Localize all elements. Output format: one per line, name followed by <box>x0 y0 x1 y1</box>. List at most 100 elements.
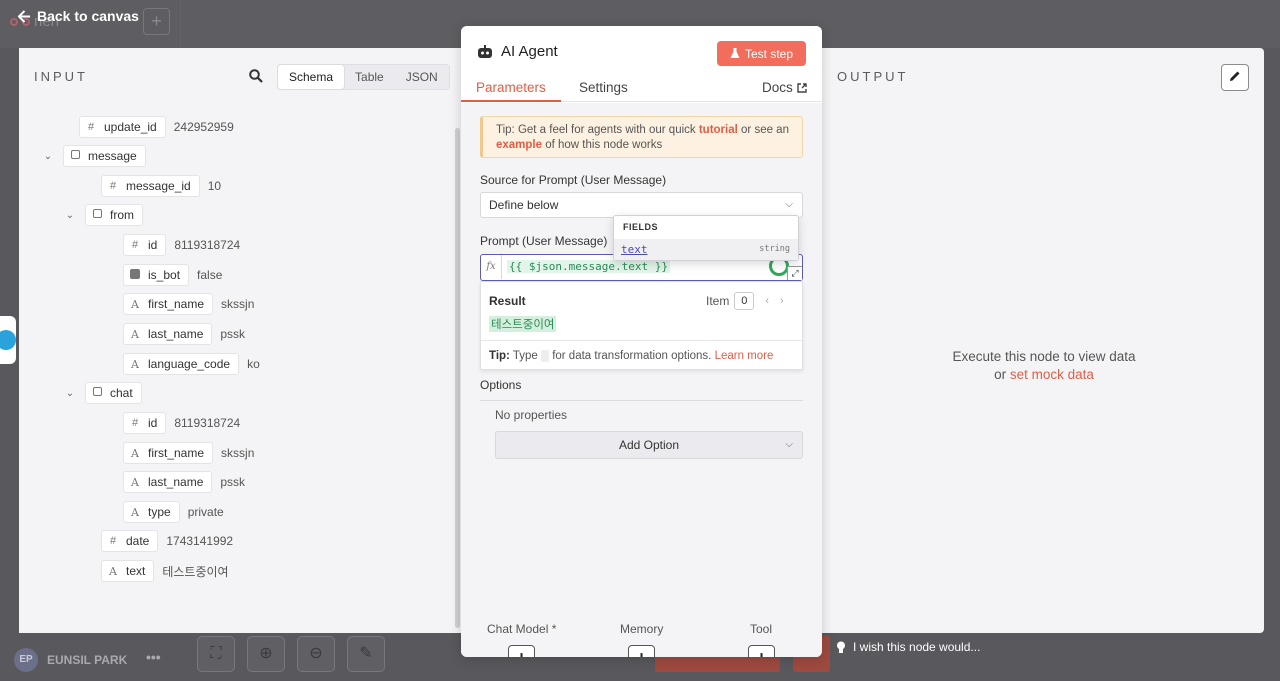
key-icon <box>541 350 549 362</box>
tool-label: Tool <box>750 622 773 636</box>
schema-field-pill[interactable]: # date <box>101 530 159 552</box>
schema-field-pill[interactable]: # id <box>123 234 167 256</box>
test-step-button[interactable]: Test step <box>717 41 806 66</box>
string-type-icon: A <box>131 446 139 460</box>
chevron-down-icon[interactable]: ⌄ <box>63 388 77 399</box>
string-type-icon: A <box>131 327 139 341</box>
item-index-input[interactable]: 0 <box>734 292 755 310</box>
add-memory-button[interactable]: + <box>628 645 655 657</box>
schema-field-value: 8119318724 <box>174 416 241 430</box>
schema-field-value: 1743141992 <box>166 534 234 548</box>
view-toggle: Schema Table JSON <box>277 64 450 90</box>
schema-field-pill[interactable]: Afirst_name <box>123 442 214 464</box>
add-chat-model-button[interactable]: + <box>508 645 535 657</box>
schema-field-pill[interactable]: Atype <box>123 501 180 523</box>
node-header: AI Agent Test step Parameters Settings D… <box>461 26 822 102</box>
search-icon[interactable] <box>249 69 263 83</box>
schema-field-pill[interactable]: from <box>85 204 143 226</box>
schema-field-value: private <box>187 505 224 519</box>
input-scrollbar[interactable] <box>455 128 460 628</box>
back-to-canvas-link[interactable]: Back to canvas <box>18 8 139 24</box>
example-link[interactable]: example <box>496 139 542 151</box>
tab-settings[interactable]: Settings <box>579 80 628 102</box>
schema-field-pill[interactable]: Alast_name <box>123 323 213 345</box>
schema-field-value: pssk <box>220 327 246 341</box>
field-name[interactable]: text <box>621 243 648 256</box>
schema-field-value: 테스트중이여 <box>162 564 229 579</box>
schema-field-pill[interactable]: Alast_name <box>123 471 213 493</box>
schema-field-pill[interactable]: # update_id <box>79 116 166 138</box>
schema-field-pill[interactable]: chat <box>85 382 142 404</box>
schema-field-pill[interactable]: Alanguage_code <box>123 353 240 375</box>
tutorial-link[interactable]: tutorial <box>699 124 738 136</box>
telegram-trigger-node[interactable] <box>0 316 16 364</box>
edit-output-button[interactable] <box>1221 64 1249 91</box>
schema-view-button[interactable]: Schema <box>278 65 345 89</box>
schema-field-key: is_bot <box>148 268 181 282</box>
schema-field-pill[interactable]: # id <box>123 412 167 434</box>
schema-row: Atype private <box>123 500 224 524</box>
schema-field-pill[interactable]: Atext <box>101 560 155 582</box>
set-mock-data-link[interactable]: set mock data <box>1010 367 1094 382</box>
add-node-button[interactable]: + <box>143 8 170 35</box>
node-title: AI Agent <box>477 43 558 60</box>
user-menu-icon[interactable]: ••• <box>146 649 161 665</box>
feedback-label: I wish this node would... <box>853 640 981 654</box>
input-title: INPUT <box>34 69 88 84</box>
string-type-icon: A <box>131 475 139 489</box>
schema-field-key: text <box>126 564 146 578</box>
schema-row: Afirst_name skssjn <box>123 441 254 465</box>
expand-editor-icon[interactable]: ⤢ <box>787 266 802 280</box>
json-view-button[interactable]: JSON <box>395 65 449 89</box>
node-title-text[interactable]: AI Agent <box>501 43 558 60</box>
chat-model-label: Chat Model * <box>487 622 557 636</box>
expression-result-box: Result Item 0 ‹ › 테스트중이여 Tip: Type for d… <box>480 281 804 370</box>
schema-field-key: language_code <box>148 357 231 371</box>
source-prompt-value: Define below <box>489 198 559 212</box>
result-tip-bold: Tip: <box>489 350 510 363</box>
tip-text-3: of how this node works <box>542 139 663 151</box>
chevron-left-icon[interactable]: ‹ <box>765 295 769 307</box>
number-type-icon: # <box>109 180 117 192</box>
chevron-down-icon[interactable]: ⌄ <box>63 210 77 221</box>
schema-row: Atext 테스트중이여 <box>101 559 229 583</box>
number-type-icon: # <box>131 239 139 251</box>
add-tool-button[interactable]: + <box>748 645 775 657</box>
string-type-icon: A <box>109 564 117 578</box>
schema-field-key: last_name <box>148 327 204 341</box>
result-tip-post: for data transformation options. <box>549 350 715 363</box>
schema-field-pill[interactable]: # message_id <box>101 175 200 197</box>
tip-text-1: Tip: Get a feel for agents with our quic… <box>496 124 699 136</box>
tab-parameters[interactable]: Parameters <box>461 80 561 102</box>
chevron-down-icon: ⌵ <box>785 439 793 450</box>
result-tip: Tip: Type for data transformation option… <box>489 350 773 362</box>
test-step-label: Test step <box>744 46 794 61</box>
prompt-expression-value[interactable]: {{ $json.message.text }} <box>507 260 670 273</box>
avatar[interactable]: EP <box>14 648 38 672</box>
learn-more-link[interactable]: Learn more <box>715 350 774 362</box>
add-option-button[interactable]: Add Option ⌵ <box>495 431 803 459</box>
prompt-label: Prompt (User Message) <box>480 234 608 248</box>
schema-field-key: last_name <box>148 475 204 489</box>
schema-field-value: 10 <box>207 179 222 193</box>
fields-autocomplete-popup: FIELDS text string <box>613 215 799 261</box>
table-view-button[interactable]: Table <box>344 65 395 89</box>
schema-field-value: ko <box>247 357 260 371</box>
zoom-out-button[interactable]: ⊖ <box>297 636 335 672</box>
schema-field-pill[interactable]: message <box>63 145 146 167</box>
schema-field-pill[interactable]: Afirst_name <box>123 293 214 315</box>
field-suggestion-item[interactable]: text string <box>614 239 798 260</box>
zoom-in-button[interactable]: ⊕ <box>247 636 285 672</box>
chevron-right-icon[interactable]: › <box>780 295 784 307</box>
output-empty-message: Execute this node to view data or set mo… <box>939 348 1149 384</box>
chevron-down-icon[interactable]: ⌄ <box>41 151 55 162</box>
agent-tip-callout: Tip: Get a feel for agents with our quic… <box>480 116 803 158</box>
schema-field-value: pssk <box>220 475 246 489</box>
schema-field-pill[interactable]: is_bot <box>123 264 190 286</box>
feedback-link[interactable]: I wish this node would... <box>836 640 980 654</box>
docs-link[interactable]: Docs <box>762 80 807 95</box>
schema-row: Alast_name pssk <box>123 322 245 346</box>
zoom-to-fit-button[interactable]: ⛶ <box>197 636 235 672</box>
tidy-up-button[interactable]: ✎ <box>347 636 385 672</box>
schema-row: ⌄ from <box>63 203 151 227</box>
